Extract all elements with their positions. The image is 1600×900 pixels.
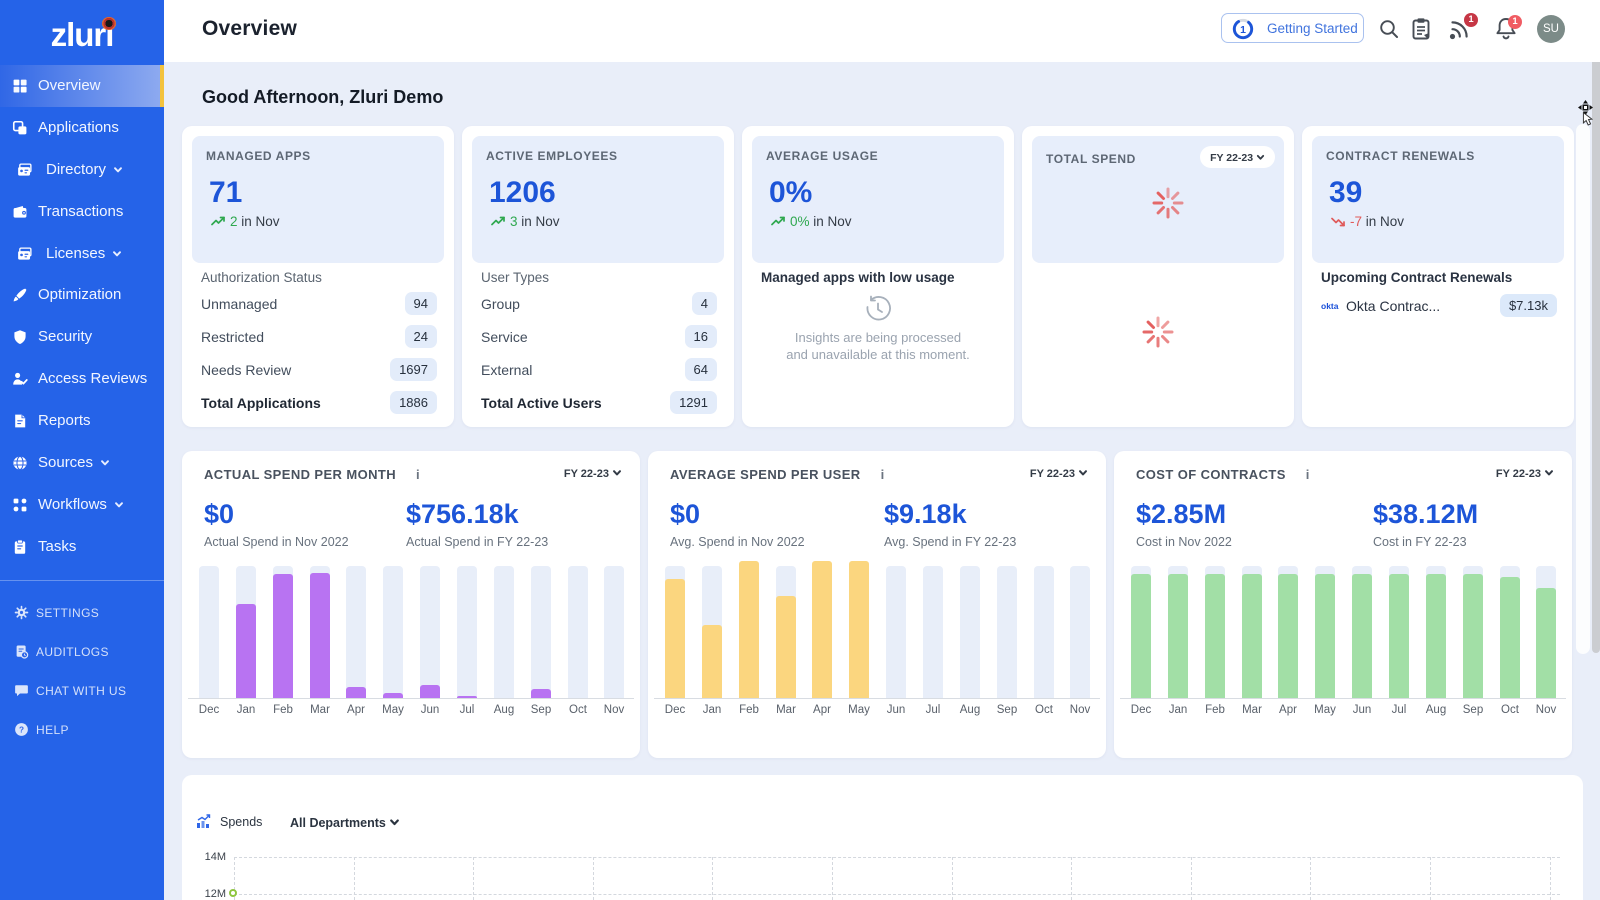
svg-text:?: ? [19,726,24,735]
svg-text:1: 1 [1240,24,1246,36]
